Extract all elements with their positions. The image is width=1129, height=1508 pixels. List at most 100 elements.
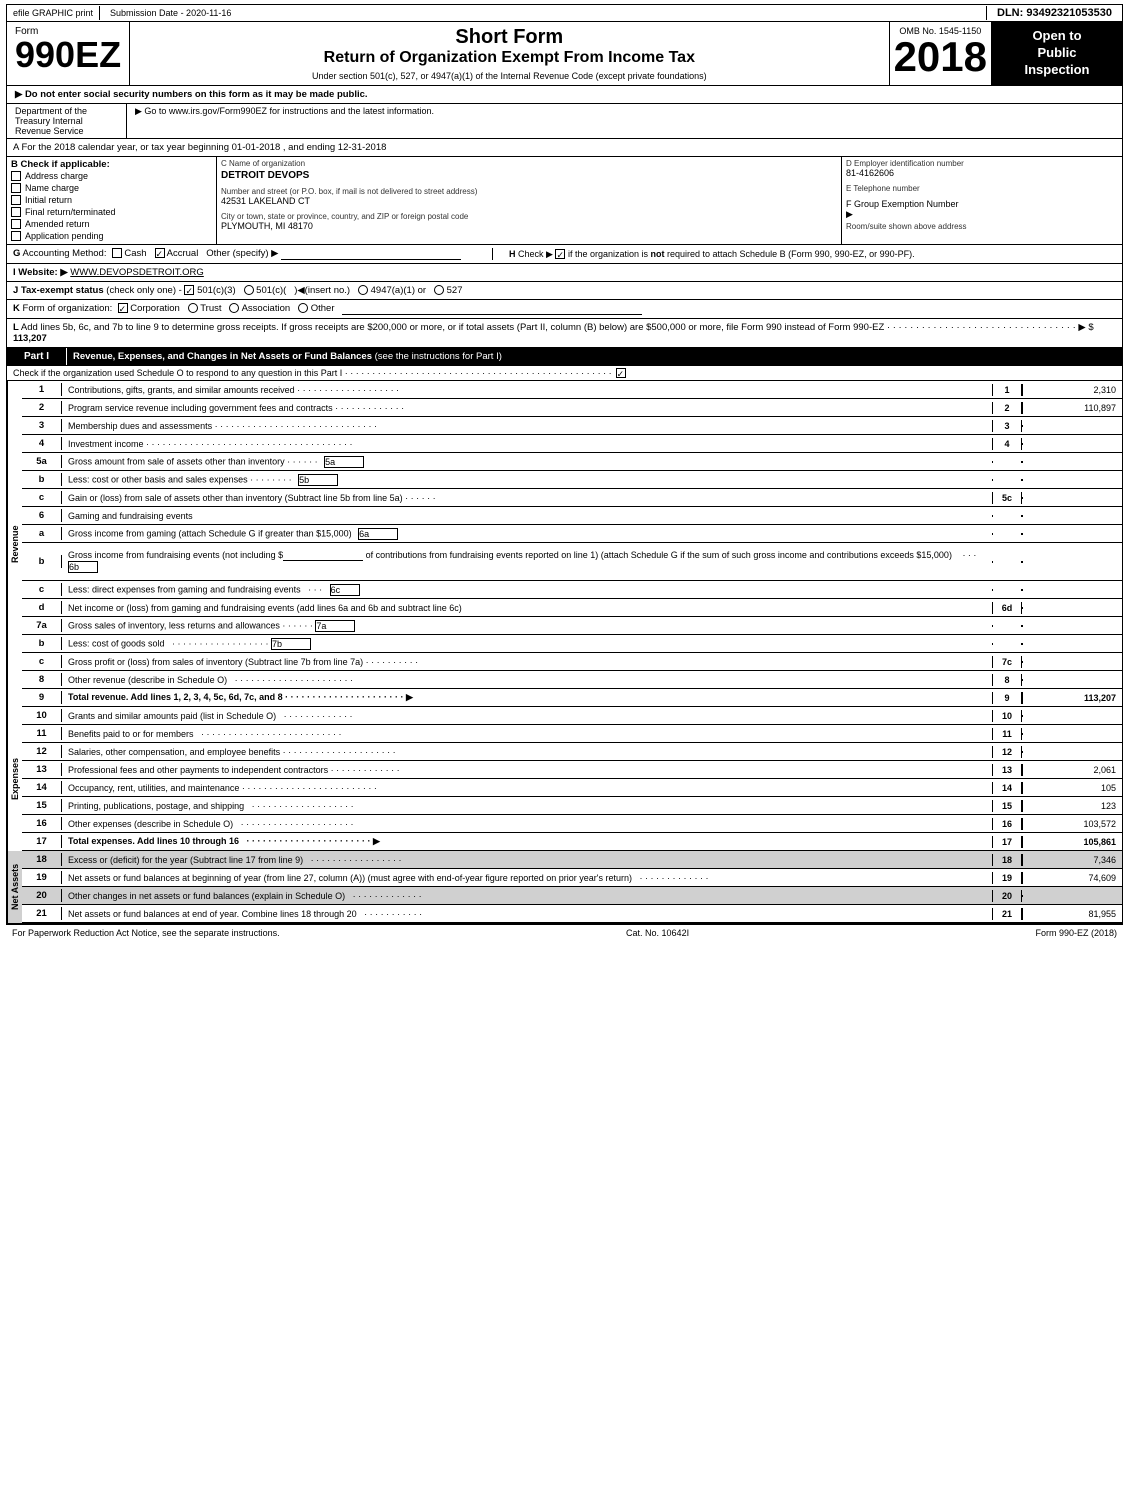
row-21: 21 Net assets or fund balances at end of… — [22, 905, 1122, 923]
check-schedule-checkbox[interactable] — [616, 368, 626, 378]
section-a-text: A For the 2018 calendar year, or tax yea… — [13, 142, 386, 153]
group-label: F Group Exemption Number — [846, 199, 1118, 209]
notice2: ▶ Go to www.irs.gov/Form990EZ for instru… — [127, 104, 1122, 138]
row-9-value: 113,207 — [1022, 692, 1122, 704]
application-pending-label: Application pending — [25, 231, 104, 241]
row-13-value: 2,061 — [1022, 764, 1122, 776]
amended-return-checkbox[interactable] — [11, 219, 21, 229]
net-assets-section: Net Assets 18 Excess or (deficit) for th… — [7, 851, 1122, 923]
row-14-linenum: 14 — [992, 782, 1022, 794]
row-6a-linenum — [992, 533, 1022, 535]
row-b-checkboxes: Address charge Name charge Initial retur… — [11, 170, 212, 242]
row-9-num: 9 — [22, 691, 62, 704]
row-6-linenum — [992, 515, 1022, 517]
address-change-checkbox[interactable] — [11, 171, 21, 181]
row-5b-inline: 5b — [298, 474, 338, 486]
org-name: DETROIT DEVOPS — [221, 170, 837, 181]
row-6c-value — [1022, 589, 1122, 591]
row-4-desc: Investment income · · · · · · · · · · · … — [62, 438, 992, 450]
row-7c-desc: Gross profit or (loss) from sales of inv… — [62, 656, 992, 668]
row-4-value — [1022, 443, 1122, 445]
row-16-desc: Other expenses (describe in Schedule O) … — [62, 818, 992, 830]
k-assoc-checkbox[interactable] — [229, 303, 239, 313]
row-13: 13 Professional fees and other payments … — [22, 761, 1122, 779]
row-4-linenum: 4 — [992, 438, 1022, 450]
city-label: City or town, state or province, country… — [221, 212, 837, 221]
row-3: 3 Membership dues and assessments · · · … — [22, 417, 1122, 435]
group-arrow: ▶ — [846, 209, 853, 219]
row-3-value — [1022, 425, 1122, 427]
row-6a: a Gross income from gaming (attach Sched… — [22, 525, 1122, 543]
row-20: 20 Other changes in net assets or fund b… — [22, 887, 1122, 905]
cash-checkbox[interactable] — [112, 248, 122, 258]
final-return-checkbox[interactable] — [11, 207, 21, 217]
row-6b: b Gross income from fundraising events (… — [22, 543, 1122, 581]
form-org-row: K Form of organization: Corporation Trus… — [7, 300, 1122, 319]
row-5b-value — [1022, 479, 1122, 481]
row-21-value: 81,955 — [1022, 908, 1122, 920]
row-19-value: 74,609 — [1022, 872, 1122, 884]
row-7a-value — [1022, 625, 1122, 627]
row-20-linenum: 20 — [992, 890, 1022, 902]
phone-block: E Telephone number — [846, 184, 1118, 193]
j-501c-checkbox[interactable] — [244, 285, 254, 295]
footer: For Paperwork Reduction Act Notice, see … — [6, 924, 1123, 941]
k-corp-checkbox[interactable] — [118, 303, 128, 313]
accrual-checkbox[interactable] — [155, 248, 165, 258]
year: 2018 — [894, 36, 987, 78]
form-number: 990EZ — [15, 37, 121, 73]
h-checkbox[interactable] — [555, 249, 565, 259]
row-14-num: 14 — [22, 781, 62, 794]
group-block: F Group Exemption Number ▶ — [846, 199, 1118, 220]
j-527-checkbox[interactable] — [434, 285, 444, 295]
form-body: B Check if applicable: Address charge Na… — [6, 156, 1123, 924]
row-6-num: 6 — [22, 509, 62, 522]
website-row: I Website: ▶ WWW.DEVOPSDETROIT.ORG — [7, 264, 1122, 282]
j-501c3-checkbox[interactable] — [184, 285, 194, 295]
page: efile GRAPHIC print Submission Date - 20… — [0, 0, 1129, 945]
row-1-num: 1 — [22, 383, 62, 396]
row-17-desc: Total expenses. Add lines 10 through 16 … — [62, 835, 992, 848]
row-11-desc: Benefits paid to or for members · · · · … — [62, 728, 992, 740]
efile-label: efile GRAPHIC print — [7, 6, 100, 20]
row-5c-value — [1022, 497, 1122, 499]
room-block: Room/suite shown above address — [846, 222, 1118, 231]
acct-row: G Accounting Method: Cash Accrual Other … — [7, 245, 1122, 264]
row-7c-value — [1022, 661, 1122, 663]
row-9-desc: Total revenue. Add lines 1, 2, 3, 4, 5c,… — [62, 691, 992, 704]
row-6b-value — [1022, 561, 1122, 563]
row-10-num: 10 — [22, 709, 62, 722]
address-block-inner: Number and street (or P.O. box, if mail … — [221, 187, 837, 206]
row-6d-desc: Net income or (loss) from gaming and fun… — [62, 602, 992, 614]
addr-label: Number and street (or P.O. box, if mail … — [221, 187, 837, 196]
row-7b-desc: Less: cost of goods sold · · · · · · · ·… — [62, 637, 992, 651]
row-8: 8 Other revenue (describe in Schedule O)… — [22, 671, 1122, 689]
initial-return-checkbox[interactable] — [11, 195, 21, 205]
check-schedule-text: Check if the organization used Schedule … — [13, 368, 342, 378]
j-4947-checkbox[interactable] — [358, 285, 368, 295]
row-6a-desc: Gross income from gaming (attach Schedul… — [62, 527, 992, 541]
k-trust-checkbox[interactable] — [188, 303, 198, 313]
row-15-num: 15 — [22, 799, 62, 812]
part1-header: Part I Revenue, Expenses, and Changes in… — [7, 348, 1122, 366]
row-3-num: 3 — [22, 419, 62, 432]
k-label: K — [13, 303, 20, 314]
row-7b-num: b — [22, 637, 62, 650]
row-19-desc: Net assets or fund balances at beginning… — [62, 872, 992, 884]
name-change-checkbox[interactable] — [11, 183, 21, 193]
application-pending-checkbox[interactable] — [11, 231, 21, 241]
cash-label: Cash — [124, 248, 146, 259]
row-5a-linenum — [992, 461, 1022, 463]
row-16-value: 103,572 — [1022, 818, 1122, 830]
dept-label: Department of the Treasury Internal Reve… — [7, 104, 127, 138]
row-18-num: 18 — [22, 853, 62, 866]
row-5c-num: c — [22, 491, 62, 504]
row-14: 14 Occupancy, rent, utilities, and maint… — [22, 779, 1122, 797]
short-form-title: Short Form — [134, 26, 884, 49]
k-other-checkbox[interactable] — [298, 303, 308, 313]
row-14-desc: Occupancy, rent, utilities, and maintena… — [62, 782, 992, 794]
row-5b-num: b — [22, 473, 62, 486]
d-label: D Employer identification number — [846, 159, 1118, 168]
title-block: Short Form Return of Organization Exempt… — [130, 22, 889, 85]
row-6c-inline: 6c — [330, 584, 360, 596]
